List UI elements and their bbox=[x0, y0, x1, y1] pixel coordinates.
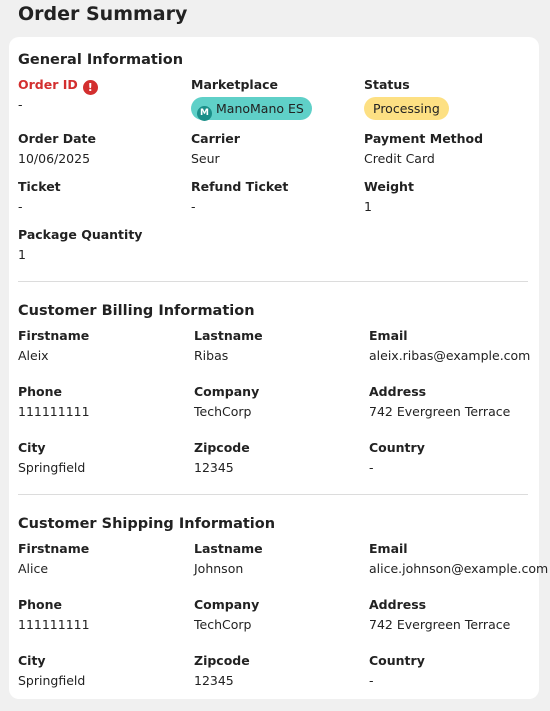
billing-company-value: TechCorp bbox=[194, 404, 252, 419]
marketplace-label: Marketplace bbox=[191, 77, 279, 92]
shipping-address-label: Address bbox=[369, 597, 427, 612]
billing-country-value: - bbox=[369, 460, 374, 475]
divider bbox=[18, 281, 528, 282]
order-id-field: Order ID! bbox=[18, 77, 98, 95]
billing-zipcode-value: 12345 bbox=[194, 460, 234, 475]
shipping-country-value: - bbox=[369, 673, 374, 688]
shipping-zipcode-value: 12345 bbox=[194, 673, 234, 688]
marketplace-chip: M ManoMano ES bbox=[191, 97, 312, 121]
ticket-label: Ticket bbox=[18, 179, 61, 194]
shipping-company-value: TechCorp bbox=[194, 617, 252, 632]
billing-city-label: City bbox=[18, 440, 46, 455]
shipping-email-label: Email bbox=[369, 541, 408, 556]
shipping-lastname-value: Johnson bbox=[194, 561, 244, 576]
shipping-country-label: Country bbox=[369, 653, 425, 668]
order-id-value: - bbox=[18, 97, 23, 112]
billing-city-value: Springfield bbox=[18, 460, 86, 475]
shipping-address-value: 742 Evergreen Terrace bbox=[369, 617, 511, 632]
shipping-firstname-label: Firstname bbox=[18, 541, 90, 556]
shipping-zipcode-label: Zipcode bbox=[194, 653, 250, 668]
package-quantity-value: 1 bbox=[18, 247, 26, 262]
payment-method-label: Payment Method bbox=[364, 131, 484, 146]
shipping-firstname-value: Alice bbox=[18, 561, 49, 576]
status-label: Status bbox=[364, 77, 410, 92]
carrier-value: Seur bbox=[191, 151, 220, 166]
billing-firstname-label: Firstname bbox=[18, 328, 90, 343]
shipping-email-value: alice.johnson@example.com bbox=[369, 561, 549, 576]
page-title: Order Summary bbox=[18, 3, 188, 25]
billing-country-label: Country bbox=[369, 440, 425, 455]
billing-information-title: Customer Billing Information bbox=[18, 303, 255, 319]
shipping-city-value: Springfield bbox=[18, 673, 86, 688]
order-id-label: Order ID bbox=[18, 77, 78, 92]
shipping-phone-label: Phone bbox=[18, 597, 63, 612]
order-summary-card: General Information Order ID! - Marketpl… bbox=[9, 37, 548, 699]
weight-value: 1 bbox=[364, 199, 372, 214]
billing-address-label: Address bbox=[369, 384, 427, 399]
status-badge: Processing bbox=[364, 97, 449, 120]
package-quantity-label: Package Quantity bbox=[18, 227, 143, 242]
billing-address-value: 742 Evergreen Terrace bbox=[369, 404, 511, 419]
divider bbox=[18, 494, 528, 495]
carrier-label: Carrier bbox=[191, 131, 240, 146]
billing-phone-label: Phone bbox=[18, 384, 63, 399]
billing-firstname-value: Aleix bbox=[18, 348, 49, 363]
refund-ticket-value: - bbox=[191, 199, 196, 214]
billing-email-value: aleix.ribas@example.com bbox=[369, 348, 531, 363]
ticket-value: - bbox=[18, 199, 23, 214]
exclamation-circle-icon: ! bbox=[82, 80, 98, 95]
marketplace-value: ManoMano ES bbox=[216, 101, 304, 116]
billing-company-label: Company bbox=[194, 384, 260, 399]
shipping-lastname-label: Lastname bbox=[194, 541, 263, 556]
billing-phone-value: 111111111 bbox=[18, 404, 90, 419]
general-information-title: General Information bbox=[18, 52, 184, 68]
weight-label: Weight bbox=[364, 179, 414, 194]
billing-email-label: Email bbox=[369, 328, 408, 343]
manomano-logo-icon: M bbox=[197, 106, 212, 121]
shipping-city-label: City bbox=[18, 653, 46, 668]
billing-lastname-label: Lastname bbox=[194, 328, 263, 343]
billing-zipcode-label: Zipcode bbox=[194, 440, 250, 455]
shipping-information-title: Customer Shipping Information bbox=[18, 516, 276, 532]
order-date-label: Order Date bbox=[18, 131, 96, 146]
billing-lastname-value: Ribas bbox=[194, 348, 229, 363]
refund-ticket-label: Refund Ticket bbox=[191, 179, 289, 194]
shipping-company-label: Company bbox=[194, 597, 260, 612]
shipping-phone-value: 111111111 bbox=[18, 617, 90, 632]
payment-method-value: Credit Card bbox=[364, 151, 435, 166]
order-date-value: 10/06/2025 bbox=[18, 151, 91, 166]
